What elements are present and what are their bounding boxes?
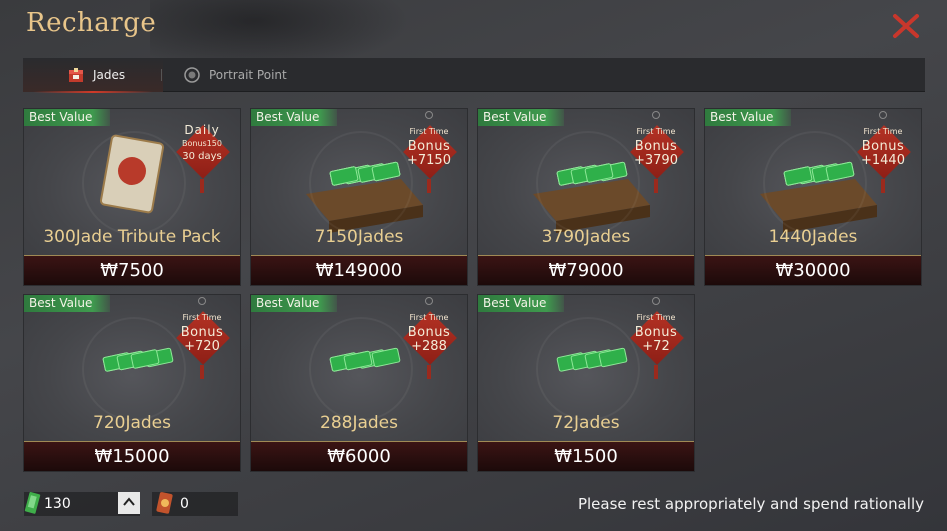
tassel [200, 365, 204, 379]
bonus-tag: First Time Bonus +72 [624, 297, 688, 379]
product-card[interactable]: Best Value First Time Bonus +3790 3790Jades ₩… [477, 108, 695, 286]
hanging-pin [425, 111, 433, 119]
bonus-label: Bonus [634, 325, 678, 340]
bonus-tag: First Time Bonus +288 [397, 297, 461, 379]
product-name: 720Jades [93, 413, 171, 433]
page-title: Recharge [26, 8, 157, 38]
bonus-amount: +7150 [407, 153, 451, 168]
buy-price-button[interactable]: ₩1500 [478, 441, 694, 471]
product-card[interactable]: Best Value First Time Bonus +72 72Jades ₩1500 [477, 294, 695, 472]
chevron-up-icon [123, 497, 135, 506]
best-value-ribbon: Best Value [251, 295, 337, 312]
tab-jades-label: Jades [93, 68, 126, 82]
product-name: 7150Jades [314, 227, 404, 247]
daily-days-label: 30 days [182, 151, 222, 162]
bonus-label: Bonus [634, 139, 678, 154]
daily-bonus-label: Bonus150 [182, 139, 222, 148]
bonus-tag: First Time Bonus +720 [170, 297, 234, 379]
buy-price-button[interactable]: ₩30000 [705, 255, 921, 285]
expand-button[interactable] [118, 492, 140, 514]
first-time-label: First Time [636, 313, 676, 322]
bonus-label: Bonus [407, 325, 451, 340]
buy-price-button[interactable]: ₩79000 [478, 255, 694, 285]
tab-portrait-point-label: Portrait Point [209, 68, 287, 82]
first-time-label: First Time [182, 313, 222, 322]
bonus-tag: Daily Bonus150 30 days [170, 123, 234, 193]
product-name: 3790Jades [541, 227, 631, 247]
footer: 130 0 Please rest appropriately and spen… [0, 486, 947, 531]
best-value-ribbon: Best Value [251, 109, 337, 126]
product-card[interactable]: Best Value First Time Bonus +1440 1440Jades ₩… [704, 108, 922, 286]
jade-icon [24, 492, 41, 514]
buy-price-button[interactable]: ₩149000 [251, 255, 467, 285]
tab-portrait-point[interactable]: Portrait Point [183, 58, 287, 92]
tassel [427, 179, 431, 193]
bonus-amount: +72 [642, 339, 670, 354]
buy-price-button[interactable]: ₩15000 [24, 441, 240, 471]
tassel [654, 179, 658, 193]
bonus-tag: First Time Bonus +7150 [397, 111, 461, 193]
hanging-pin [652, 297, 660, 305]
first-time-label: First Time [409, 127, 449, 136]
bonus-tag: First Time Bonus +3790 [624, 111, 688, 193]
product-card[interactable]: Best Value First Time Bonus +720 720Jades ₩15… [23, 294, 241, 472]
product-name: 288Jades [320, 413, 398, 433]
best-value-ribbon: Best Value [24, 295, 110, 312]
portrait-badge-icon [184, 67, 200, 83]
product-name: 1440Jades [768, 227, 858, 247]
product-card[interactable]: Best Value Daily Bonus150 30 days 300Jade Tr… [23, 108, 241, 286]
coupon-icon [156, 492, 173, 514]
first-time-label: First Time [636, 127, 676, 136]
best-value-ribbon: Best Value [705, 109, 791, 126]
product-card[interactable]: Best Value First Time Bonus +288 288Jades ₩60… [250, 294, 468, 472]
buy-price-button[interactable]: ₩7500 [24, 255, 240, 285]
close-icon [893, 14, 919, 38]
hanging-pin [198, 297, 206, 305]
bonus-label: Bonus [407, 139, 451, 154]
jade-balance-value: 130 [44, 496, 71, 512]
product-name: 300Jade Tribute Pack [43, 227, 221, 247]
bonus-label: Bonus [180, 325, 224, 340]
hanging-pin [652, 111, 660, 119]
close-button[interactable] [890, 10, 922, 42]
tassel [654, 365, 658, 379]
first-time-label: First Time [863, 127, 903, 136]
tab-bar: Jades Portrait Point [23, 58, 925, 93]
best-value-ribbon: Best Value [478, 109, 564, 126]
spending-notice: Please rest appropriately and spend rati… [577, 495, 924, 513]
bonus-label: Bonus [861, 139, 905, 154]
daily-label: Daily [184, 123, 220, 137]
bonus-amount: +288 [411, 339, 447, 354]
tassel [200, 179, 204, 193]
buy-price-button[interactable]: ₩6000 [251, 441, 467, 471]
first-time-label: First Time [409, 313, 449, 322]
product-name: 72Jades [552, 413, 620, 433]
jade-chest-icon [69, 68, 83, 82]
bonus-amount: +1440 [861, 153, 905, 168]
header: Recharge [0, 0, 947, 52]
tassel [881, 179, 885, 193]
bonus-amount: +3790 [634, 153, 678, 168]
tab-divider [161, 69, 162, 81]
tassel [427, 365, 431, 379]
coupon-balance-value: 0 [180, 496, 189, 512]
product-card[interactable]: Best Value First Time Bonus +7150 7150Jades ₩… [250, 108, 468, 286]
best-value-ribbon: Best Value [478, 295, 564, 312]
best-value-ribbon: Best Value [24, 109, 110, 126]
bonus-tag: First Time Bonus +1440 [851, 111, 915, 193]
tab-jades[interactable]: Jades [23, 58, 163, 93]
hanging-pin [879, 111, 887, 119]
bonus-amount: +720 [184, 339, 220, 354]
hanging-pin [425, 297, 433, 305]
